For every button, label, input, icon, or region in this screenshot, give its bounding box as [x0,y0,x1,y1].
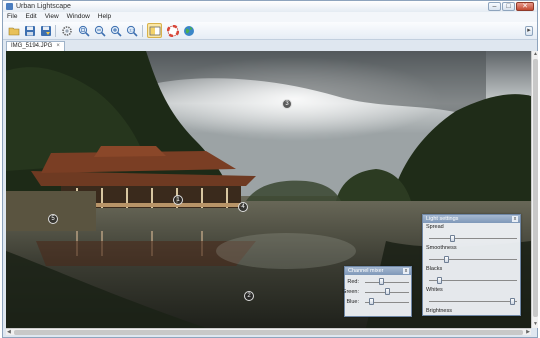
scroll-left-icon[interactable]: ◀ [7,329,11,336]
blue-slider-handle[interactable] [368,298,374,305]
red-slider-track[interactable] [365,282,409,283]
horizontal-scroll-thumb[interactable] [14,330,523,335]
toolbar-separator [142,25,143,37]
globe-icon[interactable] [181,23,196,38]
light-settings-panel: Light settings x Spread Smoothness Black… [422,214,521,316]
help-lifebuoy-icon[interactable] [165,23,180,38]
smoothness-label: Smoothness [426,245,457,251]
light-marker-4[interactable]: 4 [238,202,248,212]
light-marker-2[interactable]: 2 [244,291,254,301]
zoom-out-icon[interactable] [92,23,107,38]
tab-bar: IMG_5194.JPG × [3,40,537,51]
mixer-green-label: Green: [342,289,359,295]
spread-label: Spread [426,224,444,230]
horizontal-scrollbar[interactable]: ◀ ▶ [6,328,531,335]
compare-view-icon[interactable] [147,23,162,38]
light-row-whites: Whites [423,286,520,307]
tab-image[interactable]: IMG_5194.JPG × [6,41,65,51]
light-row-blacks: Blacks [423,265,520,286]
menu-bar: File Edit View Window Help [3,12,537,22]
mixer-blue-label: Blue: [346,299,359,305]
open-folder-icon[interactable] [6,23,21,38]
zoom-in-icon[interactable] [108,23,123,38]
red-slider-handle[interactable] [378,278,384,285]
light-row-smoothness: Smoothness [423,244,520,265]
zoom-fit-icon[interactable] [76,23,91,38]
title-bar[interactable]: Urban Lightscape – □ ✕ [3,1,537,12]
toolbar-overflow-button[interactable]: ▸ [525,26,533,36]
svg-text:1:1: 1:1 [129,27,135,32]
scroll-up-icon[interactable]: ▲ [533,51,538,58]
light-marker-3[interactable]: 3 [282,99,292,109]
whites-slider-handle[interactable] [510,298,516,305]
whites-slider-track[interactable] [429,301,517,302]
vertical-scrollbar[interactable]: ▲ ▼ [531,51,538,328]
maximize-button[interactable]: □ [502,2,515,11]
image-canvas[interactable]: 1 2 3 4 5 Channel mixer x Red: Green: Bl… [6,51,531,328]
close-icon[interactable]: x [403,268,409,274]
app-icon [6,3,13,10]
light-row-spread: Spread [423,223,520,244]
save-icon[interactable] [22,23,37,38]
blacks-slider-handle[interactable] [437,277,443,284]
channel-mixer-title: Channel mixer [348,268,384,274]
menu-help[interactable]: Help [94,12,115,22]
tab-label: IMG_5194.JPG [11,43,53,49]
light-marker-5[interactable]: 5 [48,214,58,224]
menu-edit[interactable]: Edit [21,12,40,22]
settings-icon[interactable] [59,23,74,38]
green-slider-handle[interactable] [384,288,390,295]
mixer-row-green: Green: [342,287,411,297]
vertical-scroll-thumb[interactable] [533,59,538,317]
brightness-label: Brightness [426,308,452,314]
smoothness-slider-handle[interactable] [443,256,449,263]
menu-window[interactable]: Window [63,12,94,22]
light-settings-title: Light settings [426,216,459,222]
whites-label: Whites [426,287,443,293]
save-as-icon[interactable] [38,23,53,38]
scroll-right-icon[interactable]: ▶ [526,329,530,336]
toolbar-separator [55,25,56,37]
mixer-row-blue: Blue: [345,297,411,307]
minimize-button[interactable]: – [488,2,501,11]
blacks-label: Blacks [426,266,443,272]
zoom-actual-icon[interactable]: 1:1 [124,23,139,38]
toolbar: 1:1 ▸ [3,22,537,40]
window-title: Urban Lightscape [16,3,71,10]
spread-slider-track[interactable] [429,238,517,239]
mixer-red-label: Red: [347,279,359,285]
mixer-row-red: Red: [345,277,411,287]
tab-close-icon[interactable]: × [56,43,60,49]
light-settings-header[interactable]: Light settings x [423,215,520,223]
channel-mixer-panel: Channel mixer x Red: Green: Blue: [342,266,412,317]
channel-mixer-header[interactable]: Channel mixer x [345,267,411,275]
menu-view[interactable]: View [41,12,63,22]
light-row-brightness: Brightness [423,307,520,319]
menu-file[interactable]: File [3,12,21,22]
light-marker-1[interactable]: 1 [173,195,183,205]
close-icon[interactable]: x [512,216,518,222]
spread-slider-handle[interactable] [449,235,455,242]
scroll-down-icon[interactable]: ▼ [533,321,538,328]
blacks-slider-track[interactable] [429,280,517,281]
smoothness-slider-track[interactable] [429,259,517,260]
close-button[interactable]: ✕ [516,2,534,11]
app-window: Urban Lightscape – □ ✕ File Edit View Windo… [2,0,538,338]
